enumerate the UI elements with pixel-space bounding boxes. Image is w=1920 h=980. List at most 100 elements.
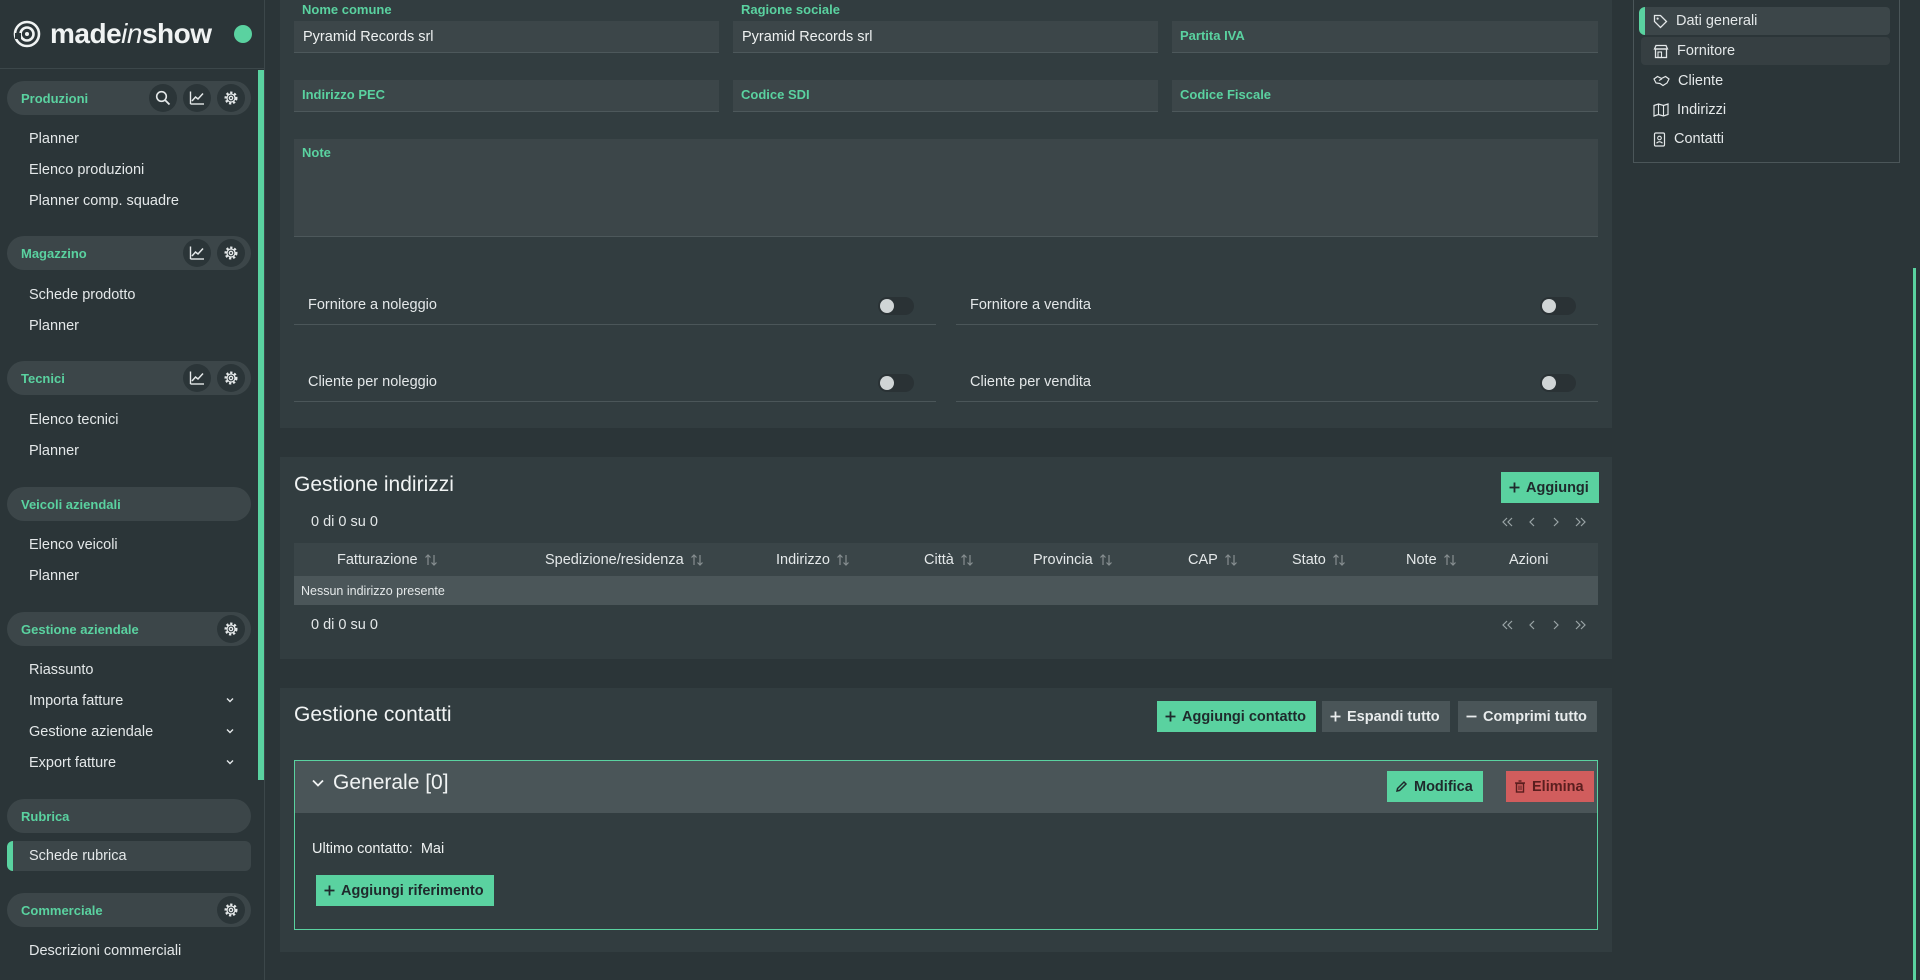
toc-item-fornitore[interactable]: Fornitore <box>1641 37 1890 65</box>
nav-item-planner[interactable]: Planner <box>29 439 239 463</box>
first-page-icon[interactable] <box>1501 515 1515 529</box>
trend-chart-icon[interactable] <box>183 239 211 267</box>
contact-card-icon <box>1653 131 1666 147</box>
nav-section-tecnici[interactable]: Tecnici <box>7 361 251 395</box>
edit-group-button[interactable]: Modifica <box>1387 771 1483 802</box>
column-note[interactable]: Note <box>1406 543 1457 576</box>
gear-icon[interactable] <box>217 615 245 643</box>
field-label-nome-comune: Nome comune <box>302 2 392 17</box>
contact-group-generale: Generale [0] Modifica Elimina Ultimo con… <box>294 760 1598 930</box>
nav-item-riassunto[interactable]: Riassunto <box>29 658 239 682</box>
nav-section-label: Produzioni <box>21 90 89 106</box>
note-textarea[interactable] <box>294 139 1598 237</box>
field-label-ragione-sociale: Ragione sociale <box>741 2 840 17</box>
column-indirizzo[interactable]: Indirizzo <box>776 543 850 576</box>
toggle-row-fornitore-noleggio: Fornitore a noleggio <box>294 285 936 325</box>
nav-section-gestione-aziendale[interactable]: Gestione aziendale <box>7 612 251 646</box>
page-scrollbar[interactable] <box>1913 268 1916 980</box>
nav-item-schede-rubrica[interactable]: Schede rubrica <box>7 841 251 871</box>
nav-item-descrizioni-commerciali[interactable]: Descrizioni commerciali <box>29 939 239 963</box>
addresses-panel: Gestione indirizzi Aggiungi 0 di 0 su 0 … <box>280 457 1612 659</box>
search-icon[interactable] <box>149 84 177 112</box>
nav-item-schede-prodotto[interactable]: Schede prodotto <box>29 283 239 307</box>
sort-icon <box>690 553 703 566</box>
nav-item-gestione-aziendale[interactable]: Gestione aziendale <box>29 720 239 744</box>
gear-icon[interactable] <box>217 84 245 112</box>
cliente-vendita-toggle[interactable] <box>1540 374 1576 392</box>
first-page-icon[interactable] <box>1501 618 1515 632</box>
fornitore-noleggio-toggle[interactable] <box>878 297 914 315</box>
expand-all-button[interactable]: Espandi tutto <box>1322 701 1450 732</box>
column-provincia[interactable]: Provincia <box>1033 543 1113 576</box>
last-page-icon[interactable] <box>1573 515 1587 529</box>
nav-section-label: Commerciale <box>21 902 103 918</box>
fornitore-vendita-toggle[interactable] <box>1540 297 1576 315</box>
collapse-all-button[interactable]: Comprimi tutto <box>1458 701 1597 732</box>
nav-item-elenco-veicoli[interactable]: Elenco veicoli <box>29 533 239 557</box>
addresses-empty-row: Nessun indirizzo presente <box>294 576 1598 605</box>
next-page-icon[interactable] <box>1549 515 1563 529</box>
nav-section-magazzino[interactable]: Magazzino <box>7 236 251 270</box>
nav-section-veicoli-aziendali[interactable]: Veicoli aziendali <box>7 487 251 521</box>
column-fatturazione[interactable]: Fatturazione <box>337 543 438 576</box>
field-label-codice-fiscale: Codice Fiscale <box>1180 87 1272 102</box>
contact-group-header[interactable]: Generale [0] Modifica Elimina <box>295 761 1597 813</box>
nome-comune-input[interactable]: Pyramid Records srl <box>294 21 719 53</box>
trend-chart-icon[interactable] <box>183 364 211 392</box>
last-page-icon[interactable] <box>1573 618 1587 632</box>
column-spedizione[interactable]: Spedizione/residenza <box>545 543 704 576</box>
nav-item-planner-comp-squadre[interactable]: Planner comp. squadre <box>29 189 239 213</box>
column-cap[interactable]: CAP <box>1188 543 1238 576</box>
nav-section-commerciale[interactable]: Commerciale <box>7 893 251 927</box>
add-address-button[interactable]: Aggiungi <box>1501 472 1599 503</box>
toggle-label: Fornitore a vendita <box>970 296 1091 313</box>
nav-item-planner[interactable]: Planner <box>29 314 239 338</box>
contact-group-title: Generale [0] <box>333 771 449 794</box>
toc-item-cliente[interactable]: Cliente <box>1641 67 1890 95</box>
trend-chart-icon[interactable] <box>183 84 211 112</box>
logo-icon <box>13 20 41 48</box>
next-page-icon[interactable] <box>1549 618 1563 632</box>
delete-group-button[interactable]: Elimina <box>1506 771 1594 802</box>
section-title-indirizzi: Gestione indirizzi <box>294 473 454 496</box>
sort-icon <box>837 553 849 566</box>
prev-page-icon[interactable] <box>1525 618 1539 632</box>
toc-item-contatti[interactable]: Contatti <box>1641 125 1890 153</box>
nav-item-planner[interactable]: Planner <box>29 127 239 151</box>
ragione-sociale-input[interactable]: Pyramid Records srl <box>733 21 1158 53</box>
sidebar-scrollbar[interactable] <box>258 70 264 780</box>
sort-icon <box>1099 553 1112 566</box>
chevron-down-icon <box>226 760 234 765</box>
nav-item-importa-fatture[interactable]: Importa fatture <box>29 689 239 713</box>
nav-section-label: Tecnici <box>21 370 65 386</box>
field-label-partita-iva: Partita IVA <box>1180 28 1245 43</box>
toc-item-indirizzi[interactable]: Indirizzi <box>1641 96 1890 124</box>
field-label-note: Note <box>302 145 331 160</box>
toggle-label: Fornitore a noleggio <box>308 296 437 313</box>
nav-section-produzioni[interactable]: Produzioni <box>7 81 251 115</box>
prev-page-icon[interactable] <box>1525 515 1539 529</box>
nav-item-planner[interactable]: Planner <box>29 564 239 588</box>
column-stato[interactable]: Stato <box>1292 543 1346 576</box>
cliente-noleggio-toggle[interactable] <box>878 374 914 392</box>
gear-icon[interactable] <box>217 239 245 267</box>
last-contact-label: Ultimo contatto: <box>312 841 413 857</box>
add-contact-button[interactable]: Aggiungi contatto <box>1157 701 1317 732</box>
gear-icon[interactable] <box>217 364 245 392</box>
chevron-down-icon <box>312 779 324 787</box>
plus-icon <box>324 885 335 896</box>
toggle-label: Cliente per vendita <box>970 373 1091 390</box>
map-icon <box>1653 103 1669 117</box>
store-icon <box>1653 44 1669 58</box>
toc-item-dati-generali[interactable]: Dati generali <box>1639 7 1890 35</box>
brand-logo[interactable]: madeinshow <box>12 14 212 54</box>
add-reference-button[interactable]: Aggiungi riferimento <box>316 875 494 906</box>
column-citta[interactable]: Città <box>924 543 974 576</box>
handshake-icon <box>1653 75 1670 87</box>
nav-item-elenco-produzioni[interactable]: Elenco produzioni <box>29 158 239 182</box>
nav-item-elenco-tecnici[interactable]: Elenco tecnici <box>29 408 239 432</box>
nav-item-export-fatture[interactable]: Export fatture <box>29 751 239 775</box>
nav-section-rubrica[interactable]: Rubrica <box>7 799 251 833</box>
minus-icon <box>1466 715 1477 718</box>
gear-icon[interactable] <box>217 896 245 924</box>
